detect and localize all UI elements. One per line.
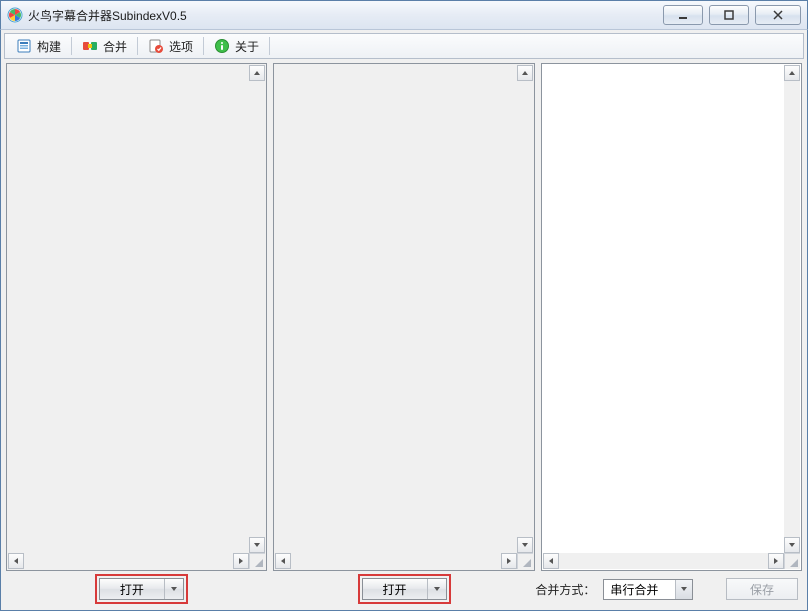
scrollbar-horizontal[interactable] xyxy=(275,553,532,569)
app-icon xyxy=(7,7,23,23)
about-icon xyxy=(214,38,230,54)
window-body: 构建 合并 选项 xyxy=(0,30,808,611)
scrollbar-horizontal[interactable] xyxy=(543,553,800,569)
panels-area xyxy=(4,59,804,573)
scroll-left-button[interactable] xyxy=(8,553,24,569)
scroll-track[interactable] xyxy=(249,81,265,537)
toolbar-about[interactable]: 关于 xyxy=(206,34,267,58)
maximize-button[interactable] xyxy=(709,5,749,25)
scroll-right-button[interactable] xyxy=(768,553,784,569)
merge-mode-value: 串行合并 xyxy=(604,581,675,598)
toolbar-build-label: 构建 xyxy=(37,38,61,55)
toolbar-merge-label: 合并 xyxy=(103,38,127,55)
bottom-slot-left: 打开 xyxy=(10,574,273,604)
scroll-down-button[interactable] xyxy=(249,537,265,553)
toolbar-separator xyxy=(269,37,270,55)
resize-grip xyxy=(784,553,800,569)
open-left-button[interactable]: 打开 xyxy=(99,578,184,600)
merge-icon xyxy=(82,38,98,54)
options-icon xyxy=(148,38,164,54)
scroll-up-button[interactable] xyxy=(784,65,800,81)
toolbar-separator xyxy=(137,37,138,55)
titlebar: 火鸟字幕合并器SubindexV0.5 xyxy=(0,0,808,30)
scroll-track[interactable] xyxy=(24,553,233,569)
toolbar-options-label: 选项 xyxy=(169,38,193,55)
resize-grip xyxy=(249,553,265,569)
toolbar-separator xyxy=(71,37,72,55)
open-left-label: 打开 xyxy=(100,579,165,599)
toolbar-about-label: 关于 xyxy=(235,38,259,55)
build-icon xyxy=(16,38,32,54)
scroll-track[interactable] xyxy=(291,553,500,569)
bottom-slot-right: 合并方式： 串行合并 保存 xyxy=(535,578,798,600)
toolbar-options[interactable]: 选项 xyxy=(140,34,201,58)
open-middle-label: 打开 xyxy=(363,579,428,599)
scroll-track[interactable] xyxy=(784,81,800,537)
panel-left xyxy=(6,63,267,571)
toolbar-build[interactable]: 构建 xyxy=(8,34,69,58)
toolbar-separator xyxy=(203,37,204,55)
toolbar-merge[interactable]: 合并 xyxy=(74,34,135,58)
merge-mode-combo[interactable]: 串行合并 xyxy=(603,579,693,600)
toolbar: 构建 合并 选项 xyxy=(4,33,804,59)
open-left-dropdown[interactable] xyxy=(165,579,183,599)
minimize-button[interactable] xyxy=(663,5,703,25)
scroll-left-button[interactable] xyxy=(543,553,559,569)
merge-mode-dropdown[interactable] xyxy=(675,580,692,599)
highlight-box: 打开 xyxy=(95,574,188,604)
highlight-box: 打开 xyxy=(358,574,451,604)
scrollbar-vertical[interactable] xyxy=(249,65,265,553)
panel-right xyxy=(541,63,802,571)
scroll-right-button[interactable] xyxy=(501,553,517,569)
scroll-down-button[interactable] xyxy=(517,537,533,553)
scroll-up-button[interactable] xyxy=(249,65,265,81)
bottom-slot-middle: 打开 xyxy=(273,574,536,604)
resize-grip xyxy=(517,553,533,569)
scroll-track[interactable] xyxy=(517,81,533,537)
scroll-left-button[interactable] xyxy=(275,553,291,569)
open-middle-button[interactable]: 打开 xyxy=(362,578,447,600)
bottom-bar: 打开 打开 合并方式： 串行合并 xyxy=(4,573,804,607)
save-button-label: 保存 xyxy=(750,581,774,598)
scrollbar-vertical[interactable] xyxy=(517,65,533,553)
merge-mode-label: 合并方式： xyxy=(535,581,595,598)
scroll-right-button[interactable] xyxy=(233,553,249,569)
scrollbar-vertical[interactable] xyxy=(784,65,800,553)
scroll-track[interactable] xyxy=(559,553,768,569)
window-controls xyxy=(663,5,805,25)
window-title: 火鸟字幕合并器SubindexV0.5 xyxy=(28,7,187,24)
close-button[interactable] xyxy=(755,5,801,25)
save-button[interactable]: 保存 xyxy=(726,578,798,600)
scroll-up-button[interactable] xyxy=(517,65,533,81)
open-middle-dropdown[interactable] xyxy=(428,579,446,599)
scrollbar-horizontal[interactable] xyxy=(8,553,265,569)
panel-middle xyxy=(273,63,534,571)
scroll-down-button[interactable] xyxy=(784,537,800,553)
